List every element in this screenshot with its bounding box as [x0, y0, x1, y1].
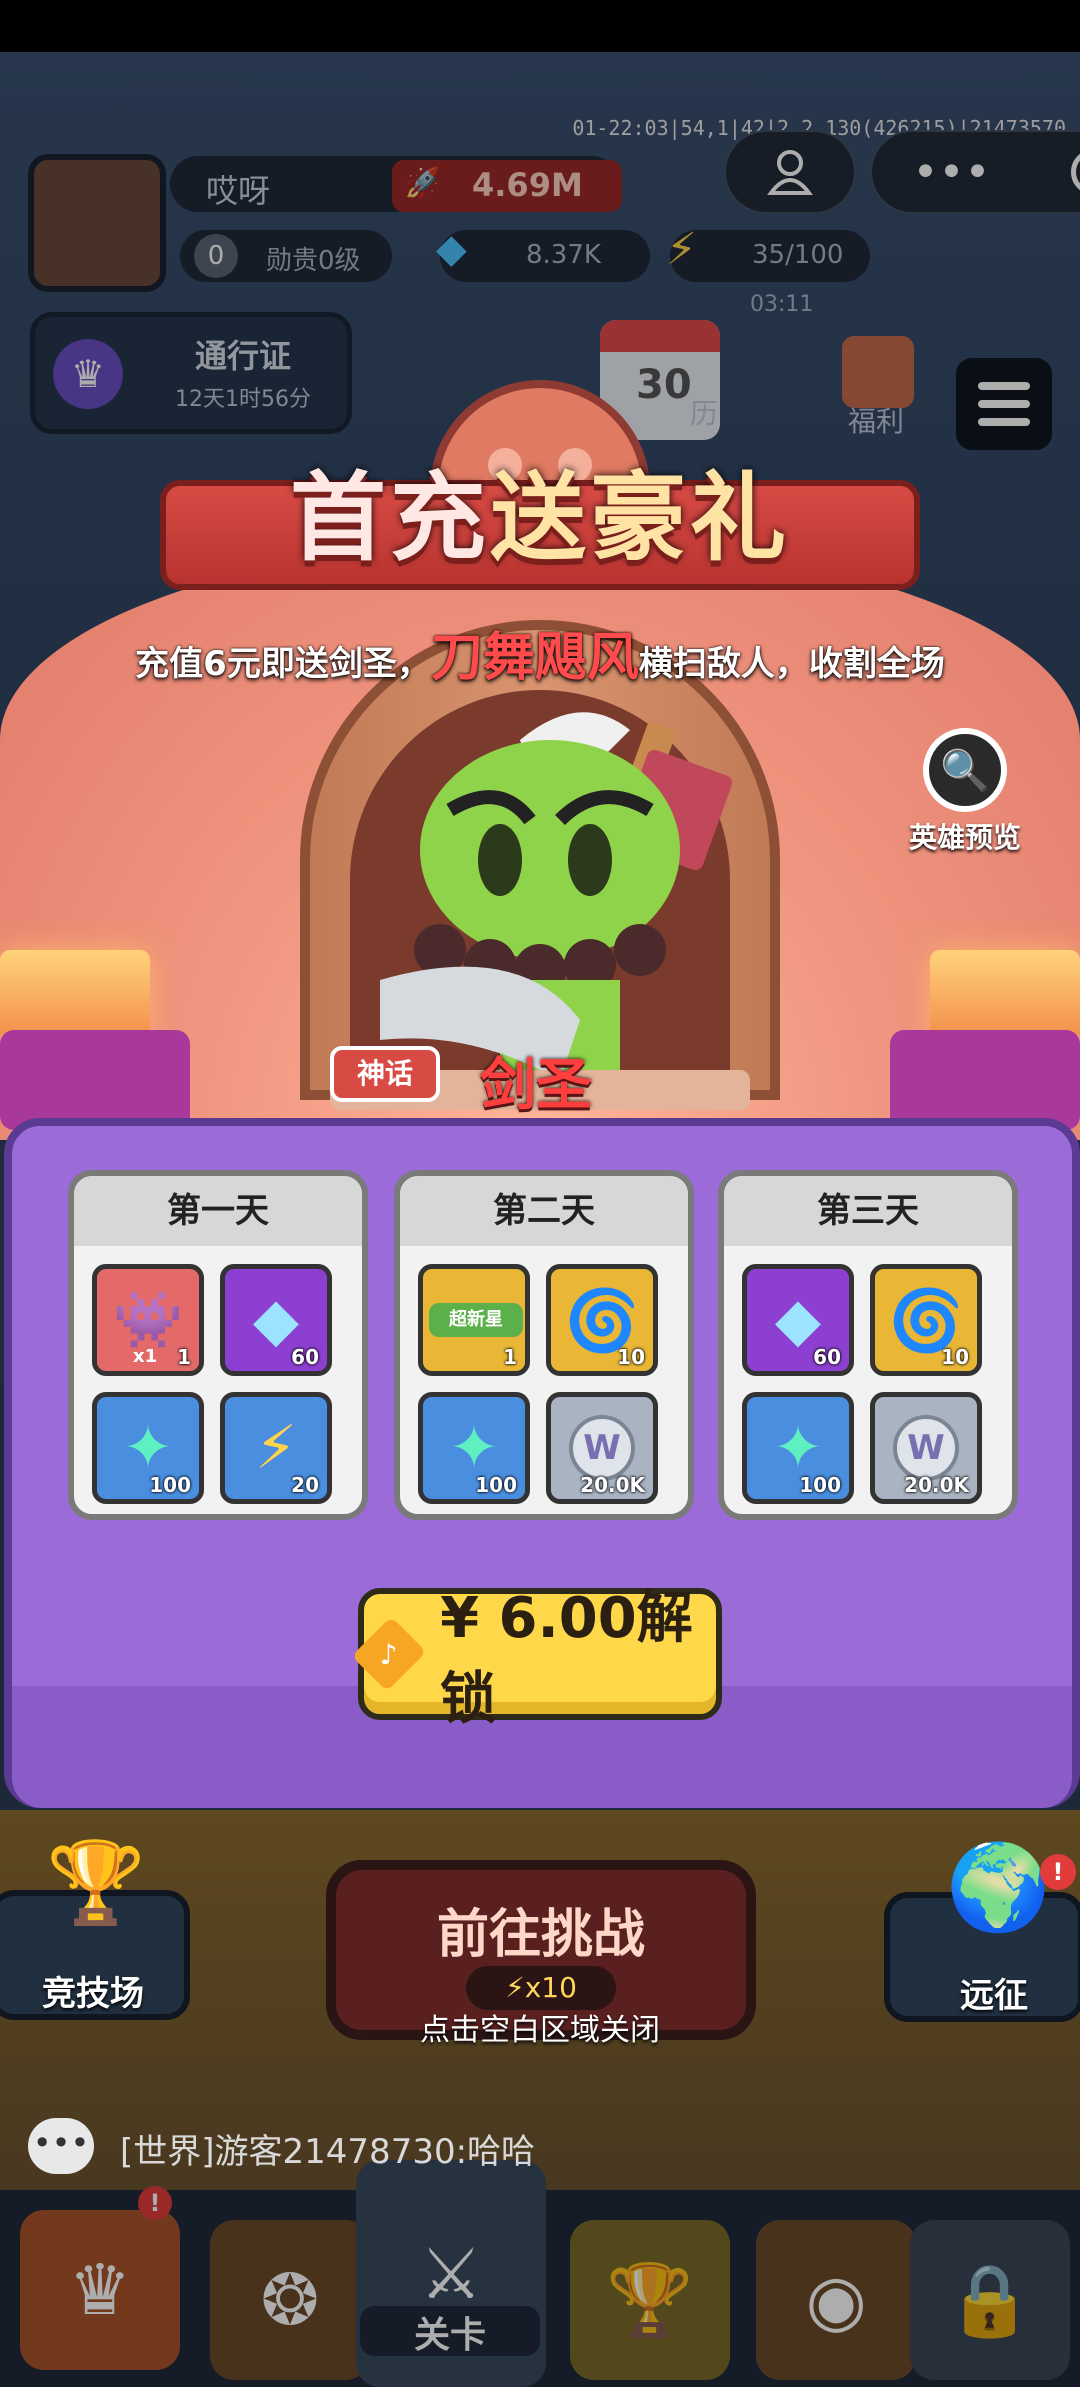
magnifier-icon: 🔍 — [923, 728, 1007, 812]
lightning-icon[interactable]: ⚡ 20 — [220, 1392, 332, 1504]
diamond-icon[interactable]: ◆ 60 — [742, 1264, 854, 1376]
chat-bubble-icon: ••• — [28, 2118, 94, 2174]
popup-title: 首充送豪礼 — [290, 462, 790, 574]
unlock-purchase-button[interactable]: ♪ ¥ 6.00解锁 — [351, 1586, 722, 1732]
arena-button[interactable]: 🏆 竞技场 — [0, 1836, 190, 2020]
hero-nameplate: 神话 剑圣 — [330, 1040, 750, 1120]
day-title: 第二天 — [400, 1176, 688, 1246]
expedition-button[interactable]: 🌍 远征 — [884, 1838, 1080, 2022]
douyin-diamond-icon: ♪ — [351, 1616, 427, 1692]
close-hint: 点击空白区域关闭 — [420, 2013, 660, 2048]
challenge-cost: ⚡x10 — [466, 1966, 616, 2010]
diamond-icon[interactable]: ◆ 60 — [220, 1264, 332, 1376]
pillar-right — [890, 1030, 1080, 1130]
hero-swordsaint-art — [380, 700, 740, 1080]
day-title: 第一天 — [74, 1176, 362, 1246]
super-new-ticket-icon[interactable]: 超新星 1 — [418, 1264, 530, 1376]
star-shard-icon[interactable]: ✦ 100 — [418, 1392, 530, 1504]
trophy-icon: 🏆 — [46, 1836, 146, 1929]
hero-card-icon[interactable]: 👾 1 x1 — [92, 1264, 204, 1376]
unlock-label: ¥ 6.00解锁 — [440, 1586, 693, 1732]
expedition-alert-badge: ! — [1040, 1854, 1076, 1890]
swirl-card-icon[interactable]: 🌀 10 — [870, 1264, 982, 1376]
chat-message: [世界]游客21478730:哈哈 — [120, 2132, 536, 2172]
globe-icon: 🌍 — [946, 1838, 1051, 1936]
hero-preview-button[interactable]: 🔍 英雄预览 — [905, 728, 1025, 856]
rarity-badge: 神话 — [330, 1046, 440, 1102]
pillar-left — [0, 1030, 190, 1130]
hero-preview-label: 英雄预览 — [908, 821, 1021, 854]
swirl-card-icon[interactable]: 🌀 10 — [546, 1264, 658, 1376]
hero-name: 剑圣 — [480, 1053, 592, 1118]
star-shard-icon[interactable]: ✦ 100 — [92, 1392, 204, 1504]
star-shard-icon[interactable]: ✦ 100 — [742, 1392, 854, 1504]
w-coin-icon[interactable]: W 20.0K — [870, 1392, 982, 1504]
brazier-right — [930, 950, 1080, 1040]
challenge-label: 前往挑战 — [436, 1905, 645, 1965]
day-card-2: 第二天 超新星 1 🌀 10 ✦ 100 W 20.0K — [394, 1170, 694, 1520]
w-coin-icon[interactable]: W 20.0K — [546, 1392, 658, 1504]
day-card-1: 第一天 👾 1 x1 ◆ 60 ✦ 100 ⚡ 20 — [68, 1170, 368, 1520]
day-card-3: 第三天 ◆ 60 🌀 10 ✦ 100 W 20.0K — [718, 1170, 1018, 1520]
world-chat-bar[interactable]: ••• [世界]游客21478730:哈哈 — [0, 2108, 1080, 2188]
day-title: 第三天 — [724, 1176, 1012, 1246]
brazier-left — [0, 950, 150, 1040]
popup-subtitle: 充值6元即送剑圣，刀舞飓风横扫敌人，收割全场 — [135, 628, 945, 688]
